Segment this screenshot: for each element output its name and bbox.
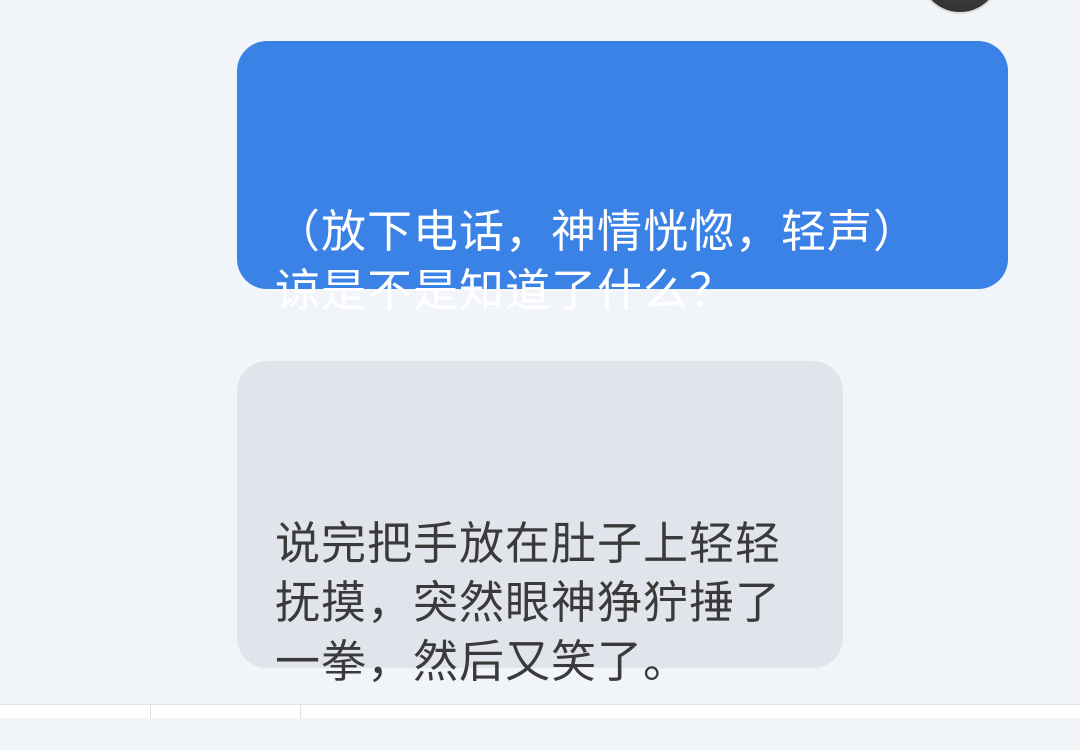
toolbar-divider	[300, 705, 301, 719]
sent-message-bubble[interactable]: （放下电话，神情恍惚，轻声）谅是不是知道了什么？	[237, 41, 1008, 317]
received-message-text: 说完把手放在肚子上轻轻抚摸，突然眼神狰狞捶了一拳，然后又笑了。	[275, 517, 782, 688]
bottom-toolbar	[0, 704, 1080, 719]
sent-message-text: （放下电话，神情恍惚，轻声）谅是不是知道了什么？	[275, 205, 897, 317]
user-avatar[interactable]	[918, 0, 1002, 14]
toolbar-divider	[150, 705, 151, 719]
received-message-bubble[interactable]: 说完把手放在肚子上轻轻抚摸，突然眼神狰狞捶了一拳，然后又笑了。	[237, 361, 843, 688]
